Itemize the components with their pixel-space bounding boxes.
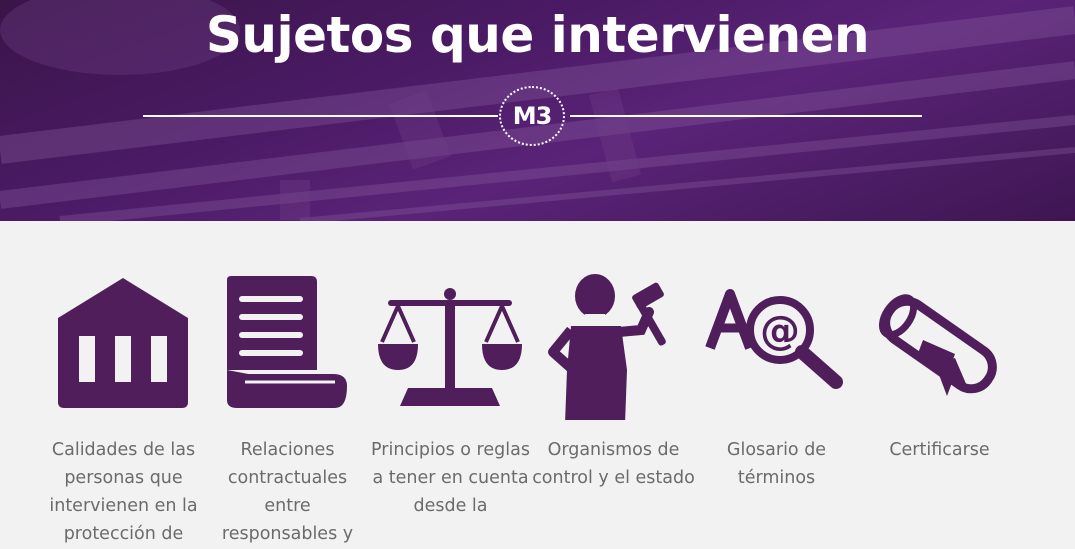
bank-building-icon[interactable] xyxy=(41,270,206,420)
hero-banner: Sujetos que intervienen M3 xyxy=(0,0,1075,221)
topic-label[interactable]: Certificarse xyxy=(857,436,1022,464)
module-badge: M3 xyxy=(499,86,565,146)
svg-text:@: @ xyxy=(760,308,800,354)
title-divider-left xyxy=(143,115,498,117)
topic-label[interactable]: Organismos de control y el estado xyxy=(531,436,696,492)
diploma-certificate-icon[interactable] xyxy=(857,270,1022,420)
topic-label[interactable]: Glosario de términos xyxy=(694,436,859,492)
judge-gavel-icon[interactable] xyxy=(531,270,696,420)
topic-label[interactable]: Calidades de las personas que interviene… xyxy=(41,436,206,548)
title-divider-right xyxy=(570,115,922,117)
document-scroll-icon[interactable] xyxy=(205,270,370,420)
glossary-search-icon[interactable]: @ xyxy=(694,270,859,420)
topic-label[interactable]: Relaciones contractuales entre responsab… xyxy=(205,436,370,548)
topic-label[interactable]: Principios o reglas a tener en cuenta de… xyxy=(368,436,533,520)
scales-justice-icon[interactable] xyxy=(368,270,533,420)
page-title: Sujetos que intervienen xyxy=(205,6,870,64)
